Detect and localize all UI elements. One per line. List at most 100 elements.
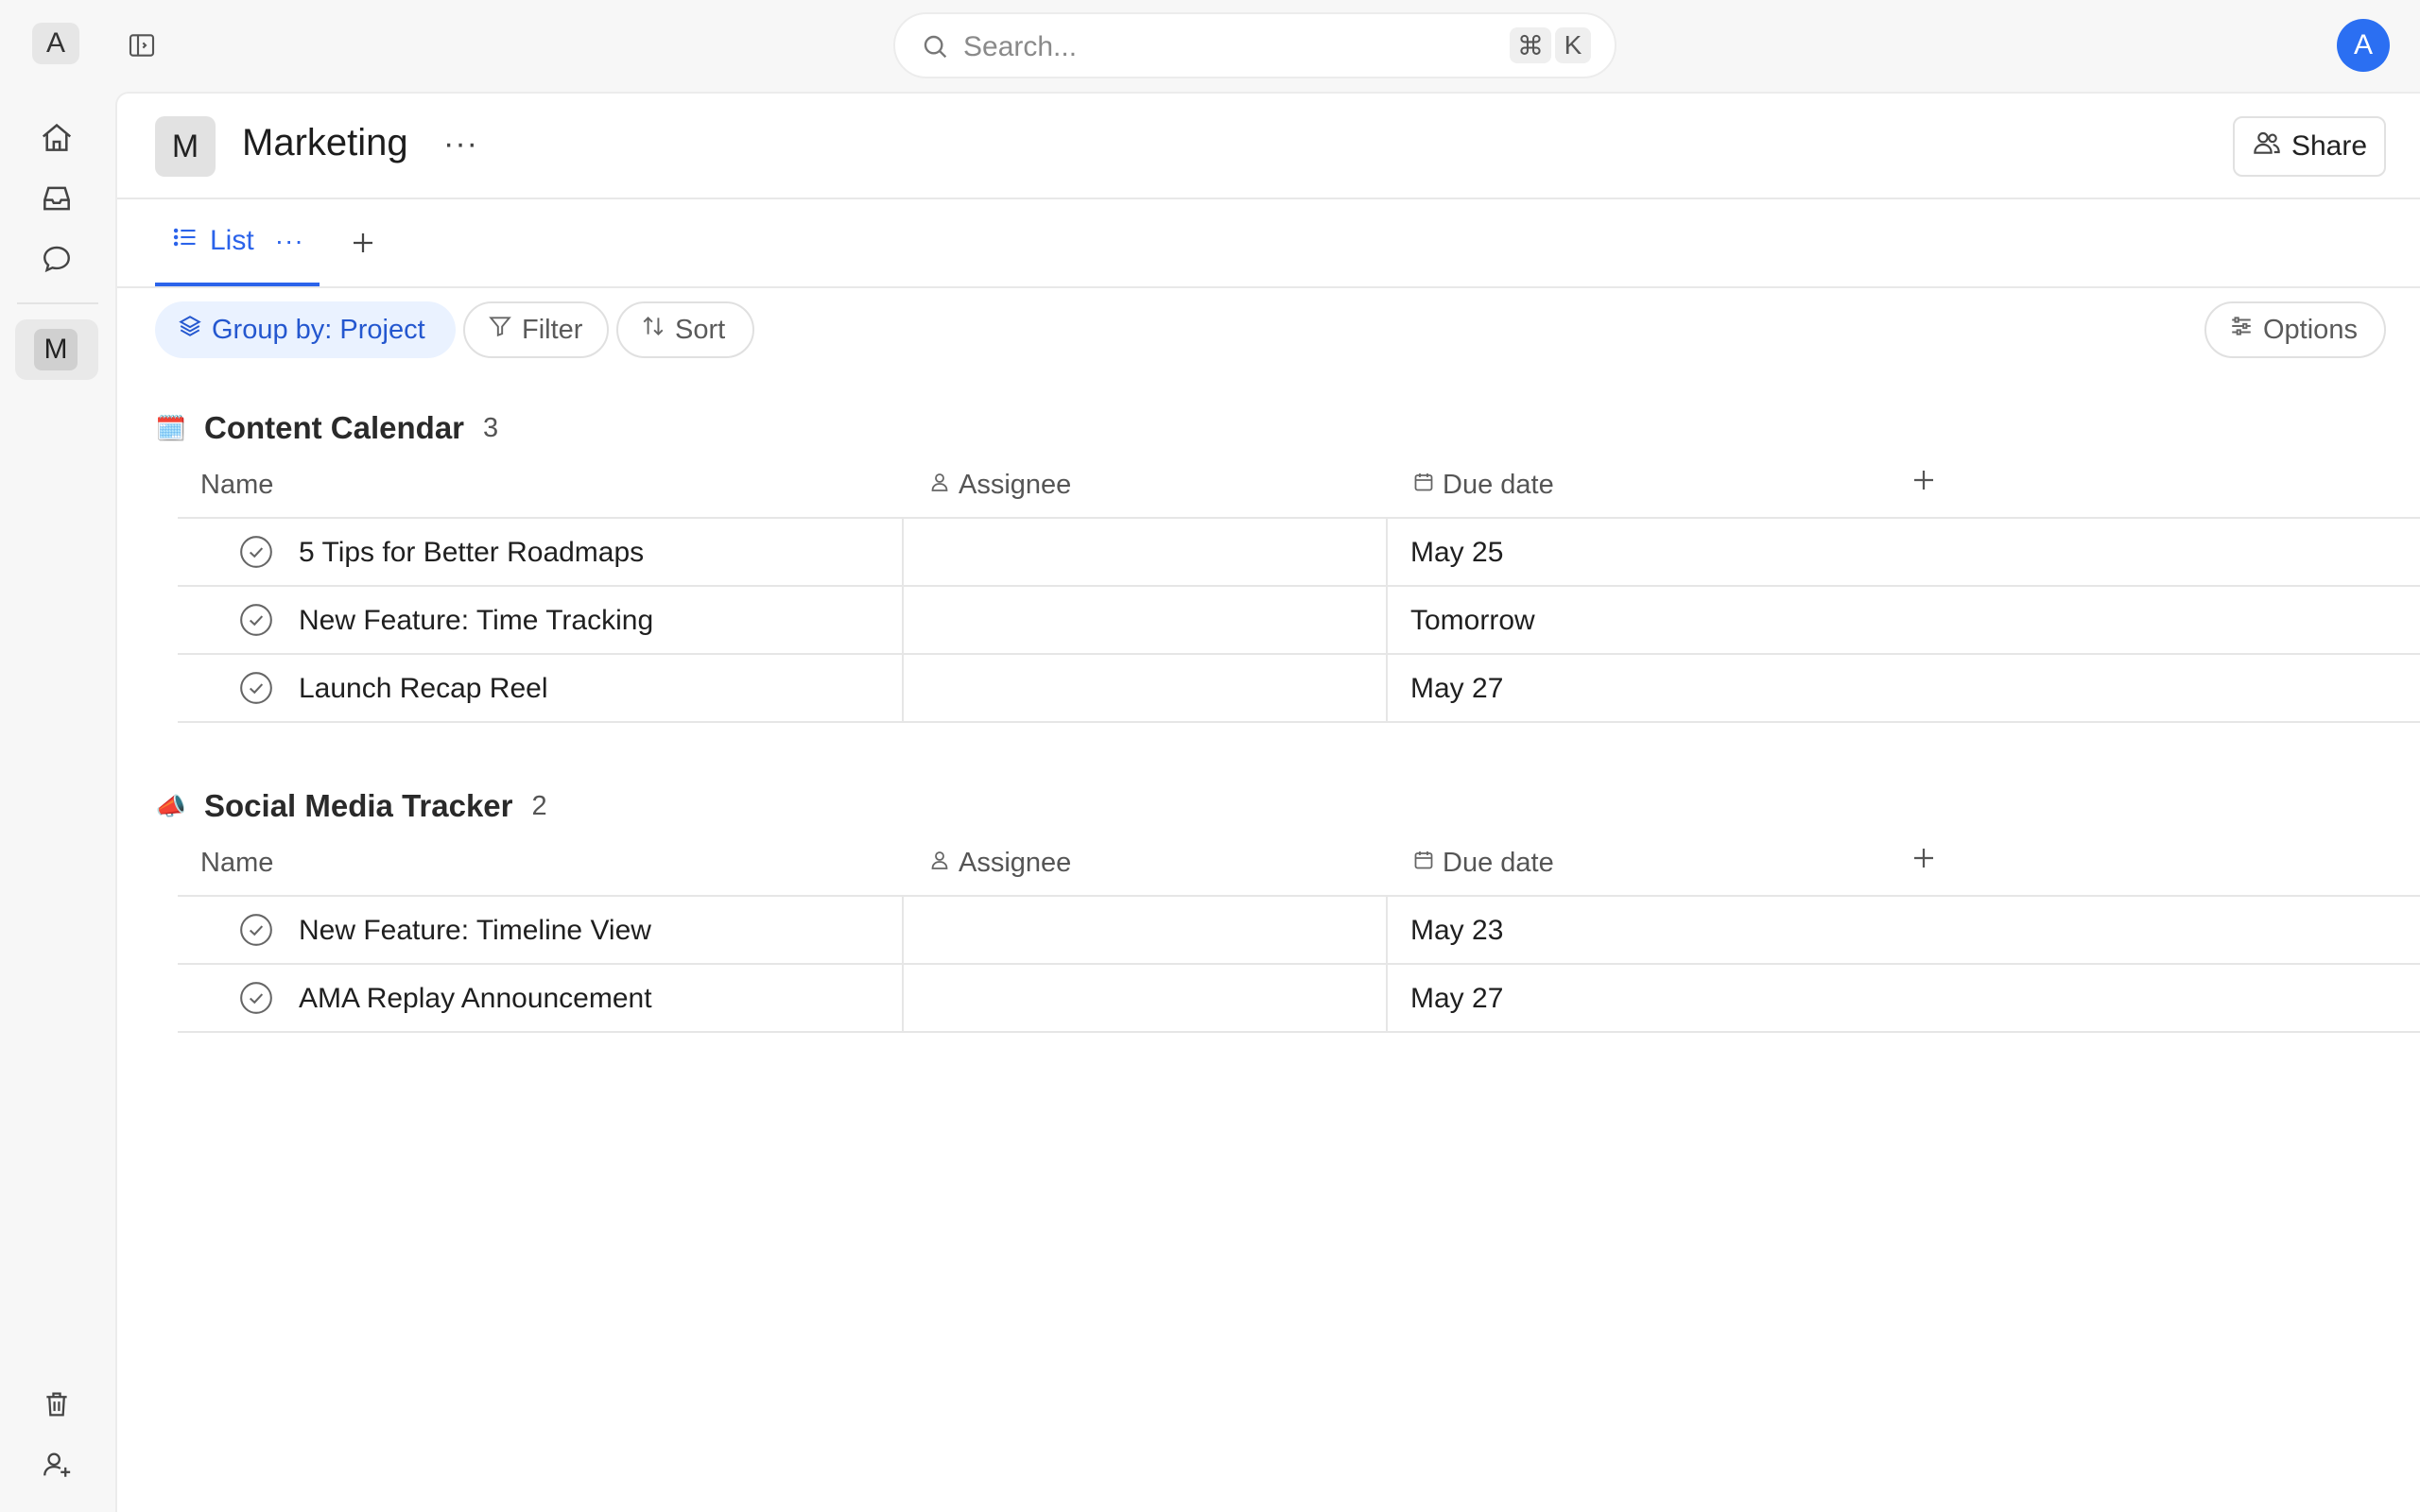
- column-assignee[interactable]: Assignee: [928, 848, 1071, 879]
- project-badge: M: [34, 329, 78, 370]
- share-label: Share: [2290, 130, 2368, 162]
- column-name[interactable]: Name: [200, 848, 273, 879]
- task-name[interactable]: 5 Tips for Better Roadmaps: [299, 537, 644, 569]
- table-row[interactable]: Launch Recap Reel May 27: [178, 655, 2420, 723]
- group-by-label: Group by: Project: [212, 314, 425, 345]
- trash-icon[interactable]: [36, 1383, 78, 1425]
- table-row[interactable]: 5 Tips for Better Roadmaps May 25: [178, 519, 2420, 587]
- filter-icon: [488, 314, 512, 346]
- sidebar-item-marketing[interactable]: M: [15, 319, 98, 380]
- project-more-button[interactable]: ···: [443, 126, 478, 163]
- column-due-date[interactable]: Due date: [1412, 470, 1554, 501]
- column-assignee-label: Assignee: [959, 848, 1072, 878]
- cell-divider: [1386, 519, 1388, 587]
- sidebar-toggle-icon[interactable]: [123, 26, 161, 64]
- home-icon[interactable]: [36, 117, 78, 159]
- app-window: A Search... ⌘ K A M M Marketing ··· Shar…: [0, 0, 2420, 1512]
- table-header: Name Assignee Due date: [178, 449, 2420, 519]
- group-title: Content Calendar: [204, 410, 465, 445]
- tab-more-button[interactable]: ···: [275, 226, 304, 256]
- complete-checkbox-icon[interactable]: [238, 670, 274, 706]
- column-name[interactable]: Name: [200, 470, 273, 501]
- shortcut-k-key: K: [1555, 27, 1591, 63]
- workspace-switcher[interactable]: A: [32, 23, 79, 64]
- cell-divider: [1386, 655, 1388, 723]
- layers-icon: [178, 314, 202, 346]
- cell-divider: [902, 897, 904, 965]
- cell-divider: [902, 587, 904, 655]
- column-name-label: Name: [200, 848, 274, 878]
- add-column-icon[interactable]: [1910, 466, 1938, 494]
- task-due-date[interactable]: May 27: [1410, 673, 1503, 705]
- sort-button[interactable]: Sort: [616, 301, 754, 358]
- project-header: M Marketing ··· Share: [117, 94, 2420, 199]
- tab-list-label: List: [210, 225, 254, 256]
- search-placeholder: Search...: [963, 31, 1078, 62]
- column-assignee[interactable]: Assignee: [928, 470, 1071, 501]
- sliders-icon: [2229, 314, 2254, 346]
- group-header[interactable]: 📣 Social Media Tracker 2: [155, 783, 547, 829]
- group-header[interactable]: 🗓️ Content Calendar 3: [155, 405, 498, 451]
- complete-checkbox-icon[interactable]: [238, 534, 274, 570]
- task-name[interactable]: New Feature: Time Tracking: [299, 605, 653, 637]
- cell-divider: [902, 519, 904, 587]
- table-row[interactable]: New Feature: Time Tracking Tomorrow: [178, 587, 2420, 655]
- shortcut-cmd-key: ⌘: [1510, 27, 1551, 63]
- share-button[interactable]: Share: [2233, 116, 2386, 177]
- sort-icon: [641, 314, 666, 346]
- options-label: Options: [2263, 314, 2358, 345]
- task-due-date[interactable]: May 25: [1410, 537, 1503, 569]
- task-table: Name Assignee Due date 5 Tips for Better…: [178, 449, 2420, 723]
- task-due-date[interactable]: May 23: [1410, 915, 1503, 947]
- sidebar: M: [0, 91, 113, 1512]
- calendar-icon: [1412, 470, 1435, 501]
- search-input[interactable]: Search... ⌘ K: [893, 12, 1616, 78]
- column-name-label: Name: [200, 470, 274, 500]
- filter-button[interactable]: Filter: [463, 301, 609, 358]
- view-tabs: List ···: [117, 199, 2420, 288]
- tab-list[interactable]: List ···: [155, 199, 320, 286]
- task-due-date[interactable]: May 27: [1410, 983, 1503, 1015]
- complete-checkbox-icon[interactable]: [238, 980, 274, 1016]
- column-assignee-label: Assignee: [959, 470, 1072, 500]
- table-header: Name Assignee Due date: [178, 827, 2420, 897]
- cell-divider: [1386, 587, 1388, 655]
- add-view-icon[interactable]: [344, 224, 382, 262]
- top-bar: A Search... ⌘ K A: [0, 0, 2420, 91]
- table-row[interactable]: New Feature: Timeline View May 23: [178, 897, 2420, 965]
- inbox-icon[interactable]: [36, 178, 78, 219]
- cell-divider: [1386, 897, 1388, 965]
- project-badge: M: [155, 116, 216, 177]
- main-panel: M Marketing ··· Share List ··· Group by:…: [115, 92, 2420, 1512]
- person-icon: [928, 470, 951, 501]
- task-name[interactable]: AMA Replay Announcement: [299, 983, 652, 1015]
- calendar-icon: [1412, 848, 1435, 879]
- person-icon: [928, 848, 951, 879]
- user-avatar[interactable]: A: [2337, 19, 2390, 72]
- search-icon: [920, 31, 950, 66]
- sidebar-divider: [17, 302, 98, 304]
- chat-icon[interactable]: [36, 238, 78, 280]
- users-icon: [2252, 128, 2282, 165]
- column-due-date[interactable]: Due date: [1412, 848, 1554, 879]
- group-by-button[interactable]: Group by: Project: [155, 301, 456, 358]
- sort-label: Sort: [675, 314, 726, 345]
- group-title: Social Media Tracker: [204, 788, 513, 823]
- list-icon: [172, 224, 199, 258]
- cell-divider: [902, 655, 904, 723]
- group-count: 3: [483, 412, 499, 443]
- task-name[interactable]: New Feature: Timeline View: [299, 915, 651, 947]
- task-name[interactable]: Launch Recap Reel: [299, 673, 548, 705]
- filter-label: Filter: [522, 314, 583, 345]
- options-button[interactable]: Options: [2204, 301, 2386, 358]
- list-toolbar: Group by: Project Filter Sort Options: [117, 301, 2420, 358]
- complete-checkbox-icon[interactable]: [238, 602, 274, 638]
- group-count: 2: [531, 790, 547, 821]
- table-row[interactable]: AMA Replay Announcement May 27: [178, 965, 2420, 1033]
- cell-divider: [1386, 965, 1388, 1033]
- cell-divider: [902, 965, 904, 1033]
- add-member-icon[interactable]: [36, 1444, 78, 1486]
- add-column-icon[interactable]: [1910, 844, 1938, 872]
- task-due-date[interactable]: Tomorrow: [1410, 605, 1535, 637]
- complete-checkbox-icon[interactable]: [238, 912, 274, 948]
